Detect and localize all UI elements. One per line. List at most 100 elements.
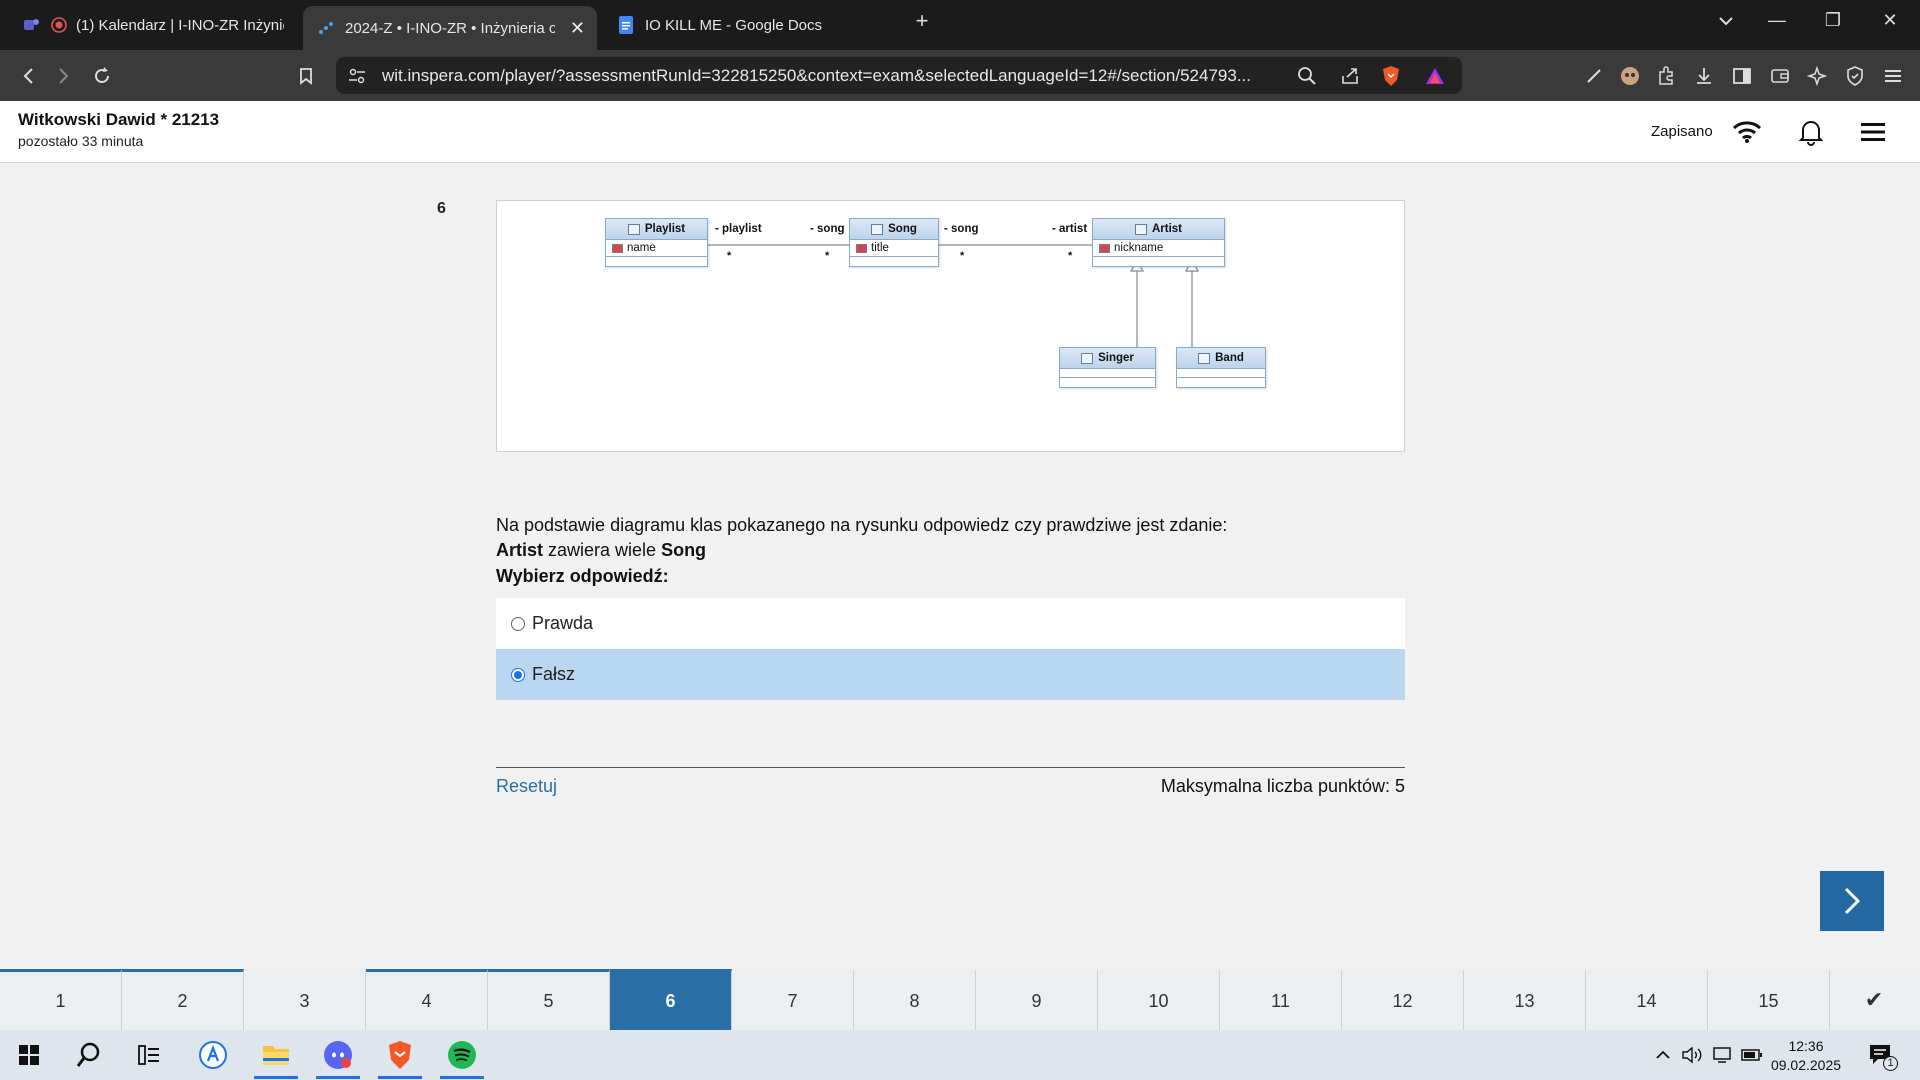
task-view-icon[interactable] xyxy=(124,1030,174,1080)
url-text: wit.inspera.com/player/?assessmentRunId=… xyxy=(382,66,1252,85)
question-statement: Artist zawiera wiele Song xyxy=(496,540,706,561)
forward-button[interactable] xyxy=(50,62,78,90)
question-nav-item[interactable]: 10 xyxy=(1098,969,1220,1030)
spotify-icon[interactable] xyxy=(437,1030,487,1080)
download-icon[interactable] xyxy=(1690,62,1718,90)
attribute-name: title xyxy=(871,242,889,254)
tab-inspera[interactable]: 2024-Z • I-INO-ZR • Inżynieria o ✕ xyxy=(303,6,597,50)
notification-center-icon[interactable]: 1 xyxy=(1866,1042,1898,1071)
uml-class-singer: Singer xyxy=(1059,347,1156,388)
zoom-icon[interactable] xyxy=(1296,65,1318,87)
next-question-button[interactable] xyxy=(1820,871,1884,931)
attribute-name: nickname xyxy=(1114,242,1164,254)
chevron-right-icon xyxy=(1844,887,1861,915)
vpn-shield-icon[interactable] xyxy=(1841,62,1869,90)
restore-button[interactable]: ❐ xyxy=(1819,10,1847,31)
extension-avatar-icon[interactable] xyxy=(1616,62,1644,90)
question-nav-item[interactable]: 7 xyxy=(732,969,854,1030)
browser-toolbar: wit.inspera.com/player/?assessmentRunId=… xyxy=(0,50,1920,101)
question-nav-item[interactable]: 1 xyxy=(0,969,122,1030)
tab-search-chevron-icon[interactable] xyxy=(1712,10,1740,31)
answer-prompt: Wybierz odpowiedź: xyxy=(496,566,669,586)
attribute-name: name xyxy=(627,242,656,254)
brave-rewards-icon[interactable] xyxy=(1424,65,1446,87)
class-icon xyxy=(627,223,640,235)
back-button[interactable] xyxy=(14,62,42,90)
finish-checkmark-icon[interactable]: ✔ xyxy=(1830,969,1918,1030)
option-prawda[interactable]: Prawda xyxy=(496,598,1405,649)
question-nav-item[interactable]: 14 xyxy=(1586,969,1708,1030)
minimize-button[interactable]: — xyxy=(1763,10,1791,31)
class-name: Band xyxy=(1215,352,1244,364)
windows-taskbar: 12:36 09.02.2025 1 xyxy=(0,1030,1920,1080)
class-name: Artist xyxy=(1151,223,1183,235)
radio-button[interactable] xyxy=(511,667,525,682)
exam-header: Witkowski Dawid * 21213 pozostało 33 min… xyxy=(0,101,1920,163)
teams-icon xyxy=(22,16,40,34)
option-label: Fałsz xyxy=(532,664,576,684)
class-name: Singer xyxy=(1098,352,1134,364)
question-nav-item[interactable]: 11 xyxy=(1220,969,1342,1030)
notifications-bell-icon[interactable] xyxy=(1795,117,1827,147)
role-playlist: - playlist xyxy=(715,223,762,235)
save-status: Zapisano xyxy=(1651,123,1713,140)
clock-date: 09.02.2025 xyxy=(1770,1057,1842,1073)
question-nav-item[interactable]: 13 xyxy=(1464,969,1586,1030)
question-nav-item[interactable]: 2 xyxy=(122,969,244,1030)
site-settings-icon[interactable] xyxy=(346,65,368,87)
uml-class-song: Song title xyxy=(849,218,939,267)
pen-icon[interactable] xyxy=(1580,62,1608,90)
tab-google-docs[interactable]: IO KILL ME - Google Docs xyxy=(603,6,893,44)
question-nav-item[interactable]: 8 xyxy=(854,969,976,1030)
discord-icon[interactable] xyxy=(313,1030,363,1080)
system-clock[interactable]: 12:36 09.02.2025 xyxy=(1765,1037,1847,1075)
volume-icon[interactable] xyxy=(1680,1044,1704,1066)
option-falsz[interactable]: Fałsz xyxy=(496,649,1405,700)
question-nav-item[interactable]: 5 xyxy=(488,969,610,1030)
radio-button[interactable] xyxy=(511,616,525,631)
extensions-icon[interactable] xyxy=(1652,62,1680,90)
app-store-icon[interactable] xyxy=(188,1030,238,1080)
show-hidden-icons-chevron-icon[interactable] xyxy=(1651,1044,1675,1066)
tab-calendar[interactable]: (1) Kalendarz | I-INO-ZR Inżynier xyxy=(8,6,298,44)
reset-link[interactable]: Resetuj xyxy=(496,776,557,797)
menu-icon[interactable] xyxy=(1857,117,1889,147)
class-icon xyxy=(871,223,884,235)
multiplicity-label: * xyxy=(1068,250,1073,262)
tab-label: (1) Kalendarz | I-INO-ZR Inżynier xyxy=(76,16,284,34)
brave-shields-icon[interactable] xyxy=(1380,65,1402,87)
tab-label: IO KILL ME - Google Docs xyxy=(645,16,823,34)
brave-browser-icon[interactable] xyxy=(375,1030,425,1080)
battery-icon[interactable] xyxy=(1740,1044,1764,1066)
divider xyxy=(496,767,1405,768)
multiplicity-label: * xyxy=(727,250,732,262)
question-nav-item-current[interactable]: 6 xyxy=(610,969,732,1030)
uml-class-diagram: Playlist name Song title Artist nickname… xyxy=(496,200,1405,452)
wifi-icon xyxy=(1731,117,1763,147)
notification-count: 1 xyxy=(1883,1056,1898,1071)
browser-menu-icon[interactable] xyxy=(1879,62,1907,90)
bookmark-icon[interactable] xyxy=(292,62,320,90)
question-nav-item[interactable]: 12 xyxy=(1342,969,1464,1030)
wallet-icon[interactable] xyxy=(1766,62,1794,90)
close-tab-icon[interactable]: ✕ xyxy=(570,18,585,39)
reload-button[interactable] xyxy=(88,62,116,90)
file-explorer-icon[interactable] xyxy=(251,1030,301,1080)
new-tab-button[interactable]: + xyxy=(908,8,936,34)
network-icon[interactable] xyxy=(1710,1044,1734,1066)
question-nav-item[interactable]: 3 xyxy=(244,969,366,1030)
question-nav-item[interactable]: 15 xyxy=(1708,969,1830,1030)
question-nav-item[interactable]: 9 xyxy=(976,969,1098,1030)
attribute-icon xyxy=(1099,243,1110,253)
search-icon[interactable] xyxy=(64,1030,114,1080)
close-window-button[interactable]: ✕ xyxy=(1876,10,1904,31)
question-number: 6 xyxy=(437,200,446,217)
google-docs-icon xyxy=(617,16,635,34)
sidebar-icon[interactable] xyxy=(1728,62,1756,90)
leo-ai-icon[interactable] xyxy=(1803,62,1831,90)
address-bar[interactable]: wit.inspera.com/player/?assessmentRunId=… xyxy=(336,57,1462,94)
windows-start-icon[interactable] xyxy=(4,1030,54,1080)
share-icon[interactable] xyxy=(1339,65,1361,87)
question-nav-item[interactable]: 4 xyxy=(366,969,488,1030)
role-artist: - artist xyxy=(1052,223,1088,235)
